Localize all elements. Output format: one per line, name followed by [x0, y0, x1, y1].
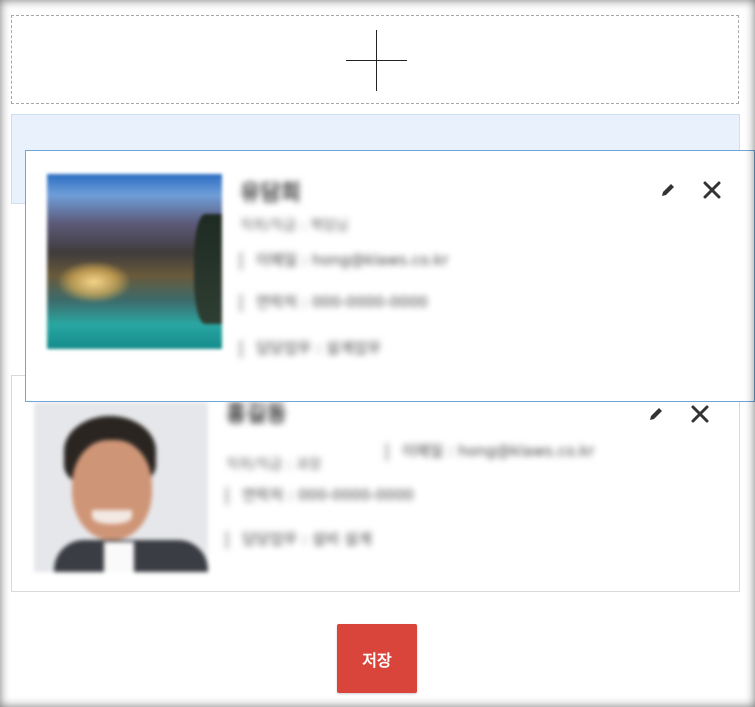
add-card-zone[interactable]: [11, 15, 739, 104]
contact-name: 유담희: [240, 181, 301, 206]
contact-role: 직위/직급 : 과장: [226, 457, 322, 473]
contact-email: 이메일 : hong@klaws.co.kr: [386, 440, 594, 461]
contact-phone: 연락처 : 000-0000-0000: [240, 291, 428, 312]
contact-duty: 담당업무 : 설비 설계: [226, 528, 372, 549]
close-icon[interactable]: [688, 402, 712, 426]
landscape-photo: [47, 174, 222, 349]
contact-phone: 연락처 : 000-0000-0000: [226, 484, 414, 505]
person-photo: [34, 402, 208, 572]
save-button[interactable]: 저장: [337, 624, 417, 693]
contact-card[interactable]: 홍길동 직위/직급 : 과장 이메일 : hong@klaws.co.kr 연락…: [11, 375, 740, 592]
pencil-icon[interactable]: [644, 402, 668, 426]
contact-duty: 담당업무 : 설계업무: [240, 337, 381, 358]
contact-role: 직위/직급 : 책임님: [240, 218, 349, 234]
pencil-icon[interactable]: [656, 178, 680, 202]
contact-card-dragging[interactable]: 유담희 직위/직급 : 책임님 이메일 : hong@klaws.co.kr 연…: [25, 150, 755, 402]
close-icon[interactable]: [700, 178, 724, 202]
contact-email: 이메일 : hong@klaws.co.kr: [240, 249, 448, 270]
